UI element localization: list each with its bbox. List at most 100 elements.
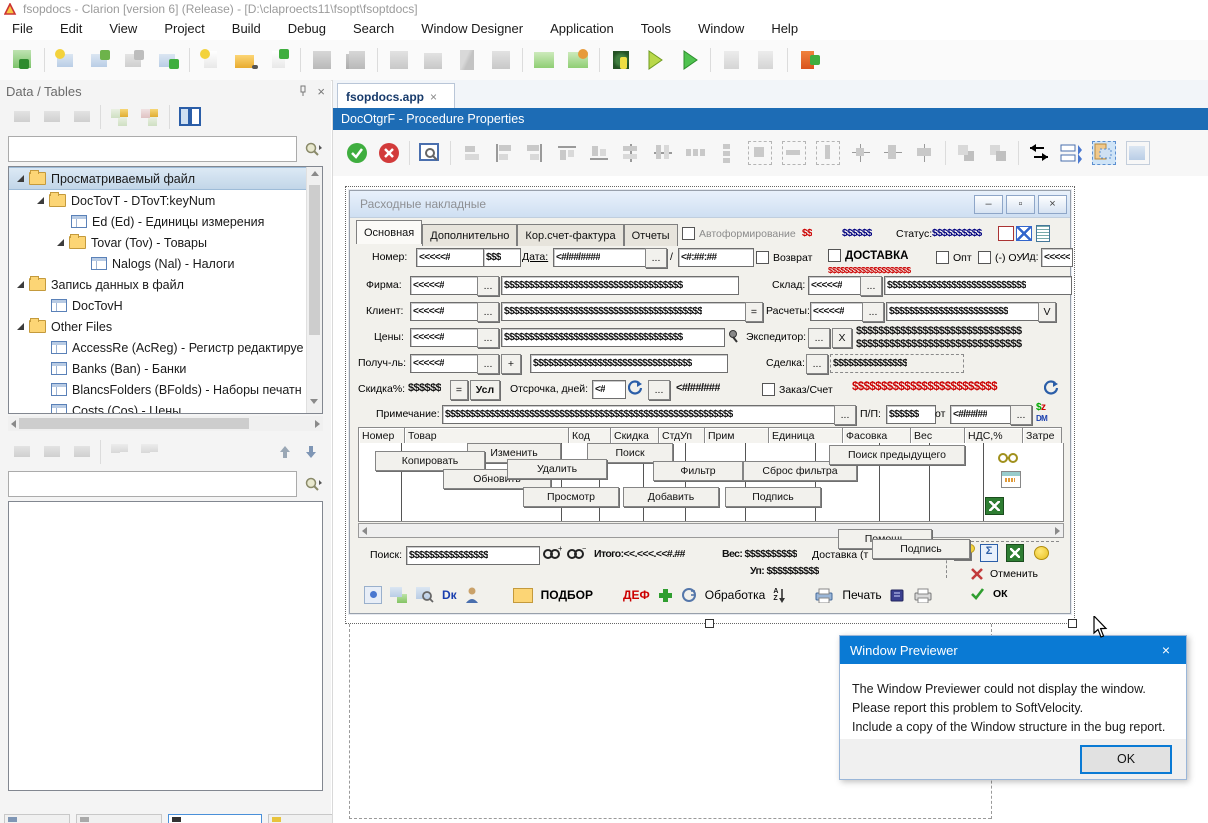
data-ellipsis-button[interactable]: ... bbox=[645, 248, 667, 268]
tseny-name-field[interactable]: $$$$$$$$$$$$$$$$$$$$$$$$$$$$$$$$$$$$ bbox=[501, 328, 725, 347]
form-tab-main[interactable]: Основная bbox=[356, 220, 422, 244]
autoform-checkbox[interactable] bbox=[682, 227, 695, 240]
sdelka-ellipsis-button[interactable]: ... bbox=[806, 354, 828, 374]
primechanie-ellipsis-button[interactable]: ... bbox=[834, 405, 856, 425]
dostavka-checkbox[interactable] bbox=[828, 249, 841, 262]
same-width-icon[interactable] bbox=[782, 141, 806, 165]
ekspeditor-ellipsis-button[interactable]: ... bbox=[808, 328, 830, 348]
edit-table-icon[interactable] bbox=[40, 108, 62, 126]
pin-icon[interactable] bbox=[297, 85, 309, 97]
menu-help[interactable]: Help bbox=[771, 21, 798, 36]
tseny-code-field[interactable]: <<<<<# bbox=[410, 328, 478, 347]
form-cancel[interactable]: Отменить bbox=[970, 567, 1038, 581]
sdelka-field[interactable]: $$$$$$$$$$$$$$$ bbox=[830, 354, 964, 373]
save-icon[interactable] bbox=[309, 47, 335, 73]
center-vertical-icon[interactable] bbox=[652, 142, 674, 164]
wordpad-icon[interactable] bbox=[1001, 471, 1021, 488]
klient-ellipsis-button[interactable]: ... bbox=[477, 302, 499, 322]
dialog-ok-button[interactable]: OK bbox=[1080, 745, 1172, 774]
raschety-ellipsis-button[interactable]: ... bbox=[862, 302, 884, 322]
selection-mode-icon[interactable] bbox=[1092, 141, 1116, 165]
form-maximize-button[interactable]: ▫ bbox=[1006, 195, 1035, 214]
expand-all-icon[interactable] bbox=[109, 107, 131, 127]
align-left-icon[interactable] bbox=[492, 142, 514, 164]
glasses-icon[interactable] bbox=[997, 451, 1019, 463]
move-up-icon[interactable] bbox=[279, 445, 291, 459]
vozvrat-checkbox[interactable] bbox=[756, 251, 769, 264]
delete-button[interactable]: Удалить bbox=[507, 459, 607, 479]
build-icon[interactable] bbox=[420, 47, 446, 73]
filter-button[interactable]: Фильтр bbox=[653, 461, 743, 481]
sort-az-icon[interactable]: AZ bbox=[773, 588, 786, 603]
document-icon[interactable] bbox=[1036, 225, 1050, 242]
v-button[interactable]: V bbox=[1038, 302, 1056, 322]
expand-icon[interactable] bbox=[109, 442, 131, 462]
field-order-icon[interactable] bbox=[1060, 142, 1082, 164]
center-horizontal-icon[interactable] bbox=[620, 142, 642, 164]
dictionary-sync-icon[interactable] bbox=[565, 47, 591, 73]
designed-form[interactable]: Расходные накладные – ▫ × Основная Допол… bbox=[349, 190, 1071, 614]
search-icon[interactable] bbox=[303, 476, 323, 492]
html-run-icon[interactable] bbox=[796, 47, 822, 73]
form-titlebar[interactable]: Расходные накладные – ▫ × bbox=[350, 191, 1070, 218]
same-height-icon[interactable] bbox=[816, 141, 840, 165]
windows-icon[interactable] bbox=[390, 587, 408, 603]
grid-body[interactable]: Копировать Изменить Удалить Поиск Обнови… bbox=[358, 443, 1064, 522]
coin-icon[interactable] bbox=[1034, 546, 1049, 560]
page-forward-icon[interactable] bbox=[753, 47, 779, 73]
bottom-tab-stub[interactable] bbox=[168, 814, 262, 823]
sigma-icon[interactable]: Σ bbox=[980, 544, 998, 562]
fields-filter-input[interactable] bbox=[8, 471, 297, 497]
podbor-label[interactable]: ПОДБОР bbox=[541, 588, 593, 602]
firma-code-field[interactable]: <<<<<# bbox=[410, 276, 478, 295]
tree-item[interactable]: Other Files bbox=[9, 316, 322, 337]
plus-icon[interactable] bbox=[658, 588, 673, 603]
pechat-label[interactable]: Печать bbox=[842, 588, 881, 602]
page-back-icon[interactable] bbox=[719, 47, 745, 73]
bottom-tab-stub[interactable] bbox=[4, 814, 70, 823]
pp-ellipsis-button[interactable]: ... bbox=[1010, 405, 1032, 425]
menu-debug[interactable]: Debug bbox=[288, 21, 326, 36]
time-field[interactable]: <#:##:## bbox=[678, 248, 754, 267]
dictionary-icon[interactable] bbox=[531, 47, 557, 73]
collapse-all-icon[interactable] bbox=[139, 107, 161, 127]
center-vertically-icon[interactable] bbox=[914, 142, 936, 164]
add-column-icon[interactable] bbox=[10, 443, 32, 461]
folder-icon[interactable] bbox=[513, 588, 533, 603]
compile-icon[interactable] bbox=[386, 47, 412, 73]
usl-button[interactable]: Усл bbox=[470, 380, 500, 400]
tree-vscrollbar[interactable] bbox=[306, 167, 322, 413]
find-prev-button[interactable]: Поиск предыдущего bbox=[829, 445, 965, 465]
poluchatel-ellipsis-button[interactable]: ... bbox=[477, 354, 499, 374]
sklad-name-field[interactable]: $$$$$$$$$$$$$$$$$$$$$$$$$$$$ bbox=[884, 276, 1072, 295]
delete-table-icon[interactable] bbox=[70, 108, 92, 126]
tree-item[interactable]: Запись данных в файл bbox=[9, 274, 322, 295]
align-bottom-icon[interactable] bbox=[588, 142, 610, 164]
save-all-icon[interactable] bbox=[343, 47, 369, 73]
poluchatel-plus-button[interactable]: + bbox=[501, 354, 521, 374]
refresh-arrow-icon[interactable] bbox=[1044, 380, 1059, 395]
sklad-ellipsis-button[interactable]: ... bbox=[860, 276, 882, 296]
primechanie-field[interactable]: $$$$$$$$$$$$$$$$$$$$$$$$$$$$$$$$$$$$$$$$… bbox=[442, 405, 836, 424]
menu-project[interactable]: Project bbox=[164, 21, 204, 36]
menu-edit[interactable]: Edit bbox=[60, 21, 82, 36]
def-label[interactable]: ДЕФ bbox=[623, 588, 650, 602]
settings-icon[interactable] bbox=[364, 586, 382, 604]
excel-icon[interactable] bbox=[985, 497, 1004, 515]
tree-item[interactable]: Costs (Cos) - Цены bbox=[9, 400, 322, 414]
form-minimize-button[interactable]: – bbox=[974, 195, 1003, 214]
preview-window-icon[interactable] bbox=[419, 142, 441, 164]
dialog-close-icon[interactable]: × bbox=[1146, 636, 1186, 664]
tree-item[interactable]: Tovar (Tov) - Товары bbox=[9, 232, 322, 253]
tab-close-icon[interactable]: × bbox=[430, 90, 437, 104]
excel-icon[interactable] bbox=[1006, 544, 1024, 562]
obrabotka-label[interactable]: Обработка bbox=[705, 588, 766, 602]
tree-item[interactable]: DocTovH bbox=[9, 295, 322, 316]
printer2-icon[interactable] bbox=[914, 588, 932, 603]
find-prev-icon[interactable]: − bbox=[566, 545, 586, 561]
firma-name-field[interactable]: $$$$$$$$$$$$$$$$$$$$$$$$$$$$$$$$$$$$ bbox=[501, 276, 739, 295]
generate-app-icon[interactable] bbox=[10, 47, 36, 73]
otsrochka-field[interactable]: <# bbox=[592, 380, 626, 399]
resize-handle-bottom[interactable] bbox=[705, 619, 714, 628]
equals-button[interactable]: = bbox=[745, 302, 763, 322]
